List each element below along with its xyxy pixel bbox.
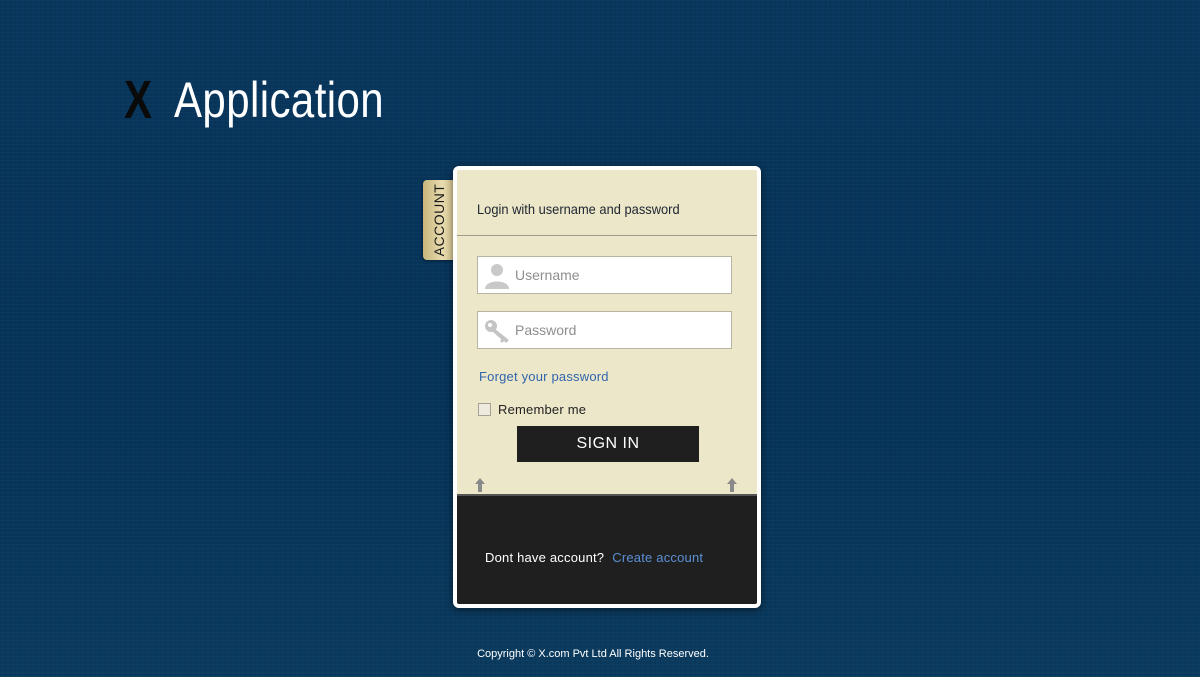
username-field[interactable] xyxy=(477,256,732,294)
key-icon xyxy=(485,320,509,343)
signin-button[interactable]: SIGN IN xyxy=(517,426,699,462)
login-card: Login with username and password Forget … xyxy=(453,166,761,608)
signup-panel: Dont have account? Create account xyxy=(457,494,757,604)
account-tab-label: ACCOUNT xyxy=(431,183,447,257)
remember-label: Remember me xyxy=(498,402,587,417)
app-title: Application xyxy=(174,72,385,128)
login-title: Login with username and password xyxy=(477,201,680,217)
app-logo: X Application xyxy=(124,70,424,130)
copyright-text: Copyright © X.com Pvt Ltd All Rights Res… xyxy=(477,648,709,660)
password-input[interactable] xyxy=(515,312,725,348)
logo-mark: X xyxy=(124,70,153,130)
account-tab[interactable]: ACCOUNT xyxy=(423,180,455,260)
forgot-password-link[interactable]: Forget your password xyxy=(479,369,609,384)
user-icon xyxy=(485,264,509,289)
signup-prompt: Dont have account? xyxy=(485,550,605,565)
signup-prompt-row: Dont have account? Create account xyxy=(485,550,703,565)
create-account-link[interactable]: Create account xyxy=(612,550,703,565)
username-input[interactable] xyxy=(515,257,725,293)
remember-me[interactable]: Remember me xyxy=(478,402,586,417)
remember-checkbox[interactable] xyxy=(478,403,491,416)
login-card-header: Login with username and password xyxy=(457,170,757,236)
password-field[interactable] xyxy=(477,311,732,349)
